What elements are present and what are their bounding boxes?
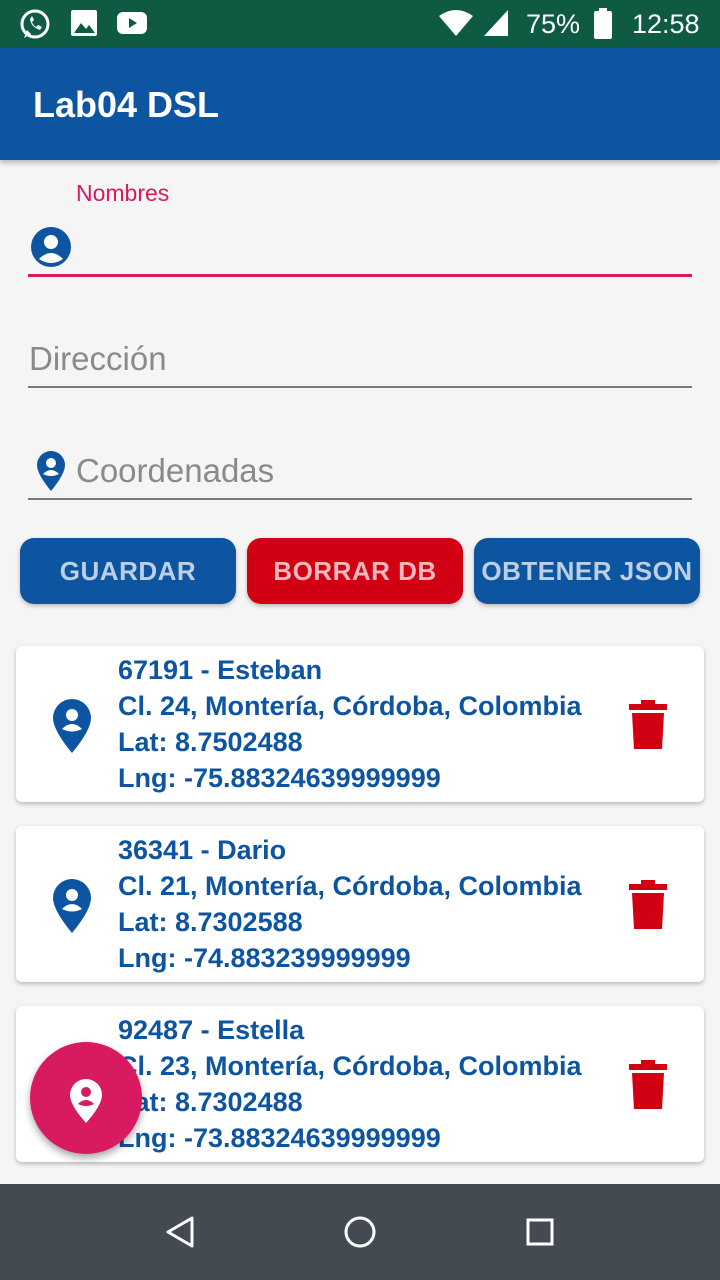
status-bar: 75% 12:58	[0, 0, 720, 48]
record-card[interactable]: 36341 - Dario Cl. 21, Montería, Córdoba,…	[16, 826, 704, 982]
home-icon[interactable]	[340, 1212, 380, 1252]
app-bar: Lab04 DSL	[0, 48, 720, 160]
nombres-underline	[28, 274, 692, 277]
trash-icon[interactable]	[628, 880, 668, 930]
person-icon	[31, 227, 71, 267]
location-pin-icon	[53, 879, 91, 933]
record-card[interactable]: 67191 - Esteban Cl. 24, Montería, Córdob…	[16, 646, 704, 802]
coordenadas-underline	[28, 498, 692, 500]
signal-icon	[484, 10, 508, 36]
direccion-field[interactable]: Dirección	[28, 330, 692, 390]
record-text: 36341 - Dario Cl. 21, Montería, Córdoba,…	[118, 832, 582, 976]
record-text: 67191 - Esteban Cl. 24, Montería, Córdob…	[118, 652, 582, 796]
direccion-placeholder: Dirección	[29, 340, 167, 377]
record-lat: Lat: 8.7302488	[118, 1087, 303, 1117]
location-pin-icon	[37, 451, 65, 491]
record-title: 67191 - Esteban	[118, 655, 323, 685]
trash-icon[interactable]	[628, 1060, 668, 1110]
battery-percent: 75%	[526, 9, 581, 39]
coordenadas-placeholder: Coordenadas	[76, 452, 275, 489]
nombres-input[interactable]	[80, 226, 680, 268]
obtener-json-button[interactable]: OBTENER JSON	[474, 538, 700, 604]
record-lat: Lat: 8.7302588	[118, 907, 303, 937]
record-lat: Lat: 8.7502488	[118, 727, 303, 757]
record-lng: Lng: -73.88324639999999	[118, 1123, 441, 1153]
nombres-field[interactable]: Nombres	[28, 160, 692, 280]
back-icon[interactable]	[160, 1212, 200, 1252]
record-lng: Lng: -75.88324639999999	[118, 763, 441, 793]
coordenadas-field[interactable]: Coordenadas	[28, 442, 692, 502]
add-location-fab[interactable]	[30, 1042, 142, 1154]
app-title: Lab04 DSL	[33, 84, 220, 125]
battery-icon	[594, 8, 612, 39]
location-pin-icon	[70, 1079, 102, 1123]
navigation-bar	[0, 1184, 720, 1280]
location-pin-icon	[53, 699, 91, 753]
guardar-button[interactable]: GUARDAR	[20, 538, 236, 604]
borrar-db-button[interactable]: BORRAR DB	[247, 538, 463, 604]
record-title: 92487 - Estella	[118, 1015, 305, 1045]
nombres-label: Nombres	[76, 180, 170, 206]
whatsapp-icon	[20, 9, 50, 39]
youtube-icon	[117, 12, 147, 34]
record-address: Cl. 21, Montería, Córdoba, Colombia	[118, 871, 582, 901]
recents-icon[interactable]	[520, 1212, 560, 1252]
trash-icon[interactable]	[628, 700, 668, 750]
record-address: Cl. 23, Montería, Córdoba, Colombia	[118, 1051, 582, 1081]
record-lng: Lng: -74.883239999999	[118, 943, 411, 973]
record-address: Cl. 24, Montería, Córdoba, Colombia	[118, 691, 582, 721]
wifi-icon	[439, 10, 473, 36]
image-icon	[71, 10, 97, 36]
record-title: 36341 - Dario	[118, 835, 287, 865]
clock: 12:58	[632, 9, 700, 39]
record-text: 92487 - Estella Cl. 23, Montería, Córdob…	[118, 1012, 582, 1156]
direccion-underline	[28, 386, 692, 388]
